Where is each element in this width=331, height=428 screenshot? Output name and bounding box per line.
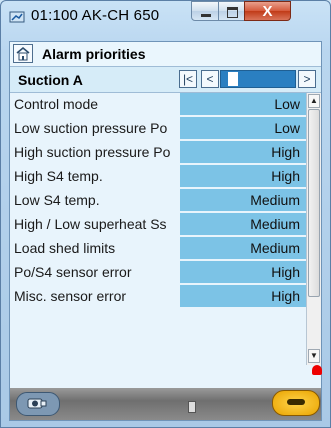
bell-icon[interactable] xyxy=(312,365,322,375)
list-item[interactable]: Misc. sensor error High xyxy=(10,285,306,309)
page-title: Alarm priorities xyxy=(42,46,146,62)
first-page-button[interactable]: |< xyxy=(179,70,197,88)
page-header: Alarm priorities xyxy=(10,42,321,67)
camera-glyph xyxy=(27,398,47,409)
house-glyph xyxy=(16,46,30,61)
vertical-scrollbar[interactable]: ▲ ▼ xyxy=(306,93,321,365)
setting-label: High / Low superheat Ss xyxy=(14,216,167,232)
priority-value-cell[interactable]: Medium xyxy=(180,237,306,260)
section-title: Suction A xyxy=(18,72,83,88)
priority-value: High xyxy=(271,144,300,160)
close-icon: X xyxy=(262,3,273,20)
resize-grip-icon[interactable] xyxy=(188,401,196,413)
priority-value-cell[interactable]: High xyxy=(180,285,306,308)
app-icon xyxy=(9,11,25,23)
key-glyph xyxy=(287,399,305,405)
home-icon[interactable] xyxy=(13,44,33,63)
priority-value-cell[interactable]: Low xyxy=(180,93,306,116)
setting-label: High suction pressure Po xyxy=(14,144,171,160)
setting-label: High S4 temp. xyxy=(14,168,103,184)
scroll-down-icon[interactable]: ▼ xyxy=(308,349,320,363)
minimize-button[interactable] xyxy=(191,1,219,21)
list-item[interactable]: High S4 temp. High xyxy=(10,165,306,189)
priority-value: High xyxy=(271,288,300,304)
priority-value: Medium xyxy=(250,192,300,208)
section-header: Suction A |< < > xyxy=(10,67,321,93)
priority-value: Medium xyxy=(250,216,300,232)
setting-label: Po/S4 sensor error xyxy=(14,264,132,280)
app-window: 01:100 AK-CH 650 X Alarm priorities Suct… xyxy=(0,0,331,428)
setting-label: Low suction pressure Po xyxy=(14,120,168,136)
priority-value-cell[interactable]: High xyxy=(180,165,306,188)
page-slider[interactable] xyxy=(220,70,296,88)
list-item[interactable]: High suction pressure Po High xyxy=(10,141,306,165)
alarm-priority-list: Control mode Low Low suction pressure Po… xyxy=(10,93,321,365)
priority-value: Low xyxy=(274,120,300,136)
priority-value-cell[interactable]: Medium xyxy=(180,213,306,236)
priority-value: Low xyxy=(274,96,300,112)
list-item[interactable]: Load shed limits Medium xyxy=(10,237,306,261)
next-page-button[interactable]: > xyxy=(298,70,316,88)
priority-value: High xyxy=(271,264,300,280)
setting-label: Low S4 temp. xyxy=(14,192,100,208)
list-item[interactable]: Low S4 temp. Medium xyxy=(10,189,306,213)
list-item[interactable]: Control mode Low xyxy=(10,93,306,117)
title-bar[interactable]: 01:100 AK-CH 650 X xyxy=(1,1,330,41)
page-slider-thumb[interactable] xyxy=(228,72,238,86)
priority-value-cell[interactable]: High xyxy=(180,261,306,284)
setting-label: Load shed limits xyxy=(14,240,116,256)
previous-page-button[interactable]: < xyxy=(201,70,219,88)
list-item[interactable]: Po/S4 sensor error High xyxy=(10,261,306,285)
list-item[interactable]: Low suction pressure Po Low xyxy=(10,117,306,141)
scroll-up-icon[interactable]: ▲ xyxy=(308,94,320,108)
footer-bar xyxy=(10,388,321,420)
close-button[interactable]: X xyxy=(244,1,291,21)
priority-value: Medium xyxy=(250,240,300,256)
setting-label: Misc. sensor error xyxy=(14,288,127,304)
priority-value-cell[interactable]: Medium xyxy=(180,189,306,212)
priority-value: High xyxy=(271,168,300,184)
setting-label: Control mode xyxy=(14,96,99,112)
list-item[interactable]: High / Low superheat Ss Medium xyxy=(10,213,306,237)
maximize-button[interactable] xyxy=(218,1,245,21)
camera-icon[interactable] xyxy=(16,392,60,416)
main-panel: Alarm priorities Suction A |< < > Contro… xyxy=(9,41,322,421)
priority-value-cell[interactable]: High xyxy=(180,141,306,164)
scroll-thumb[interactable] xyxy=(308,109,320,297)
priority-value-cell[interactable]: Low xyxy=(180,117,306,140)
key-icon[interactable] xyxy=(272,390,320,416)
footer xyxy=(10,365,322,420)
window-title: 01:100 AK-CH 650 xyxy=(31,7,160,24)
